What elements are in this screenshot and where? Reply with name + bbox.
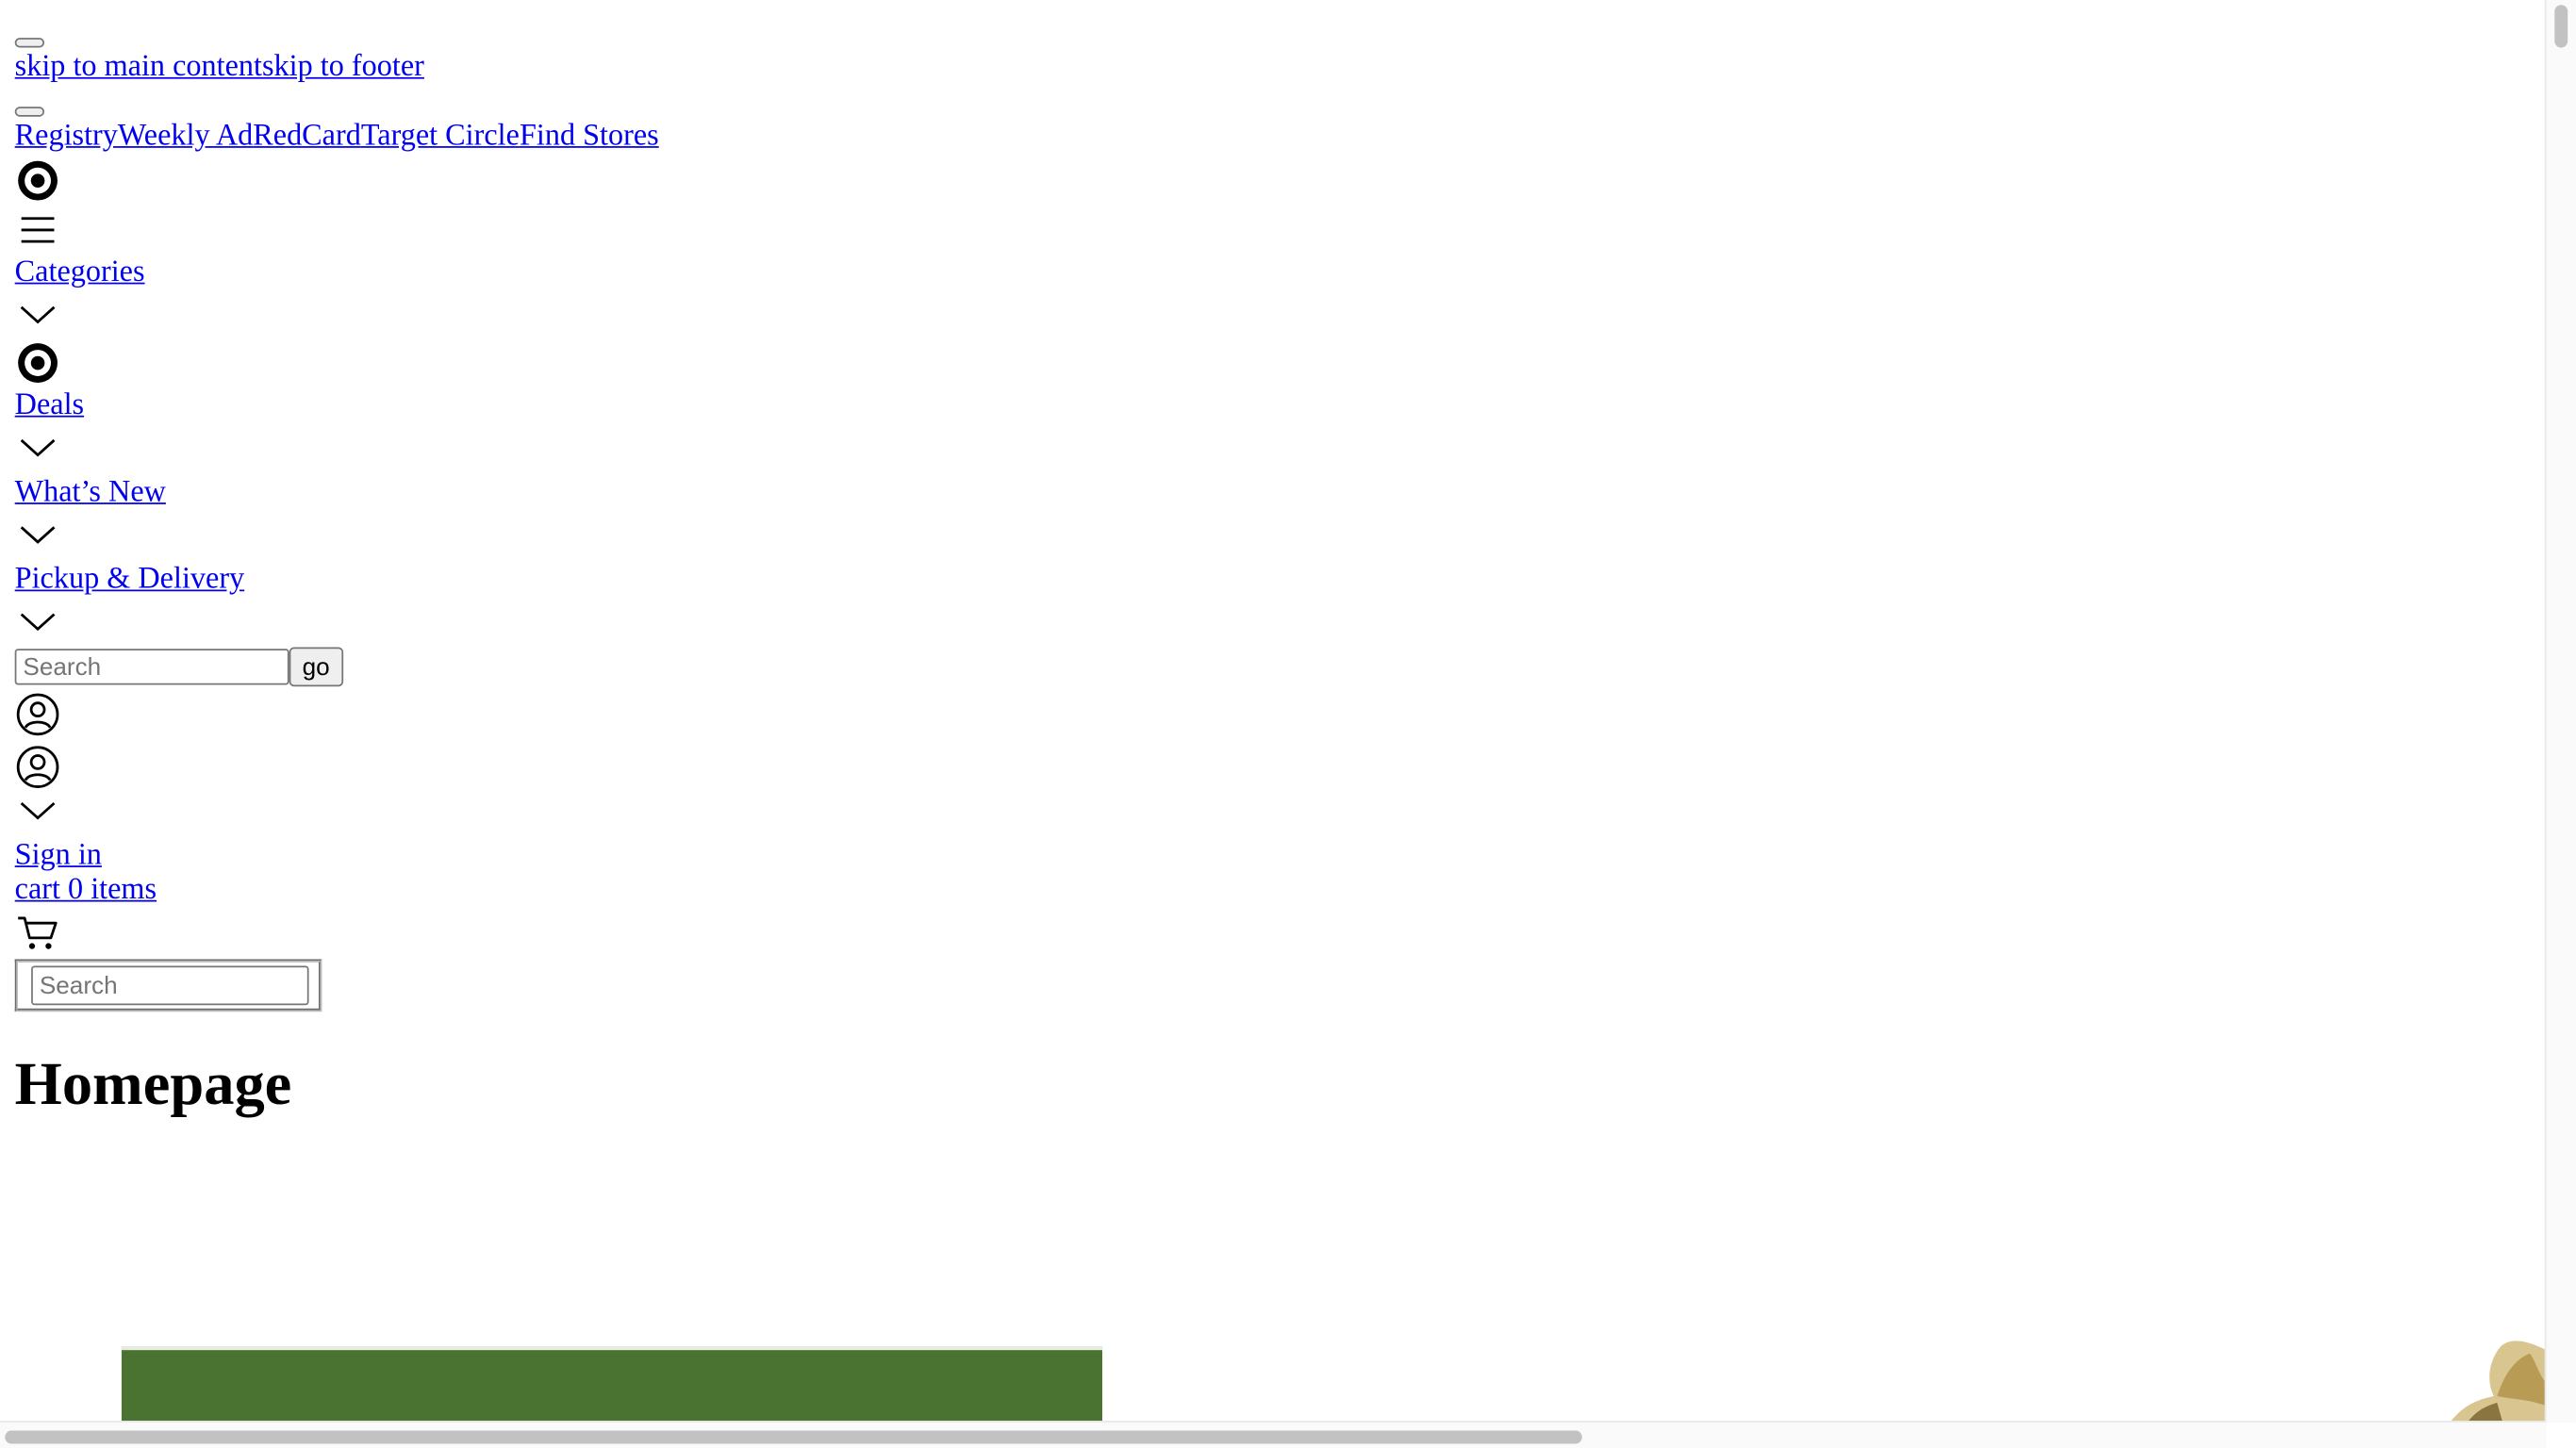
utility-link-weekly-ad[interactable]: Weekly Ad <box>118 120 253 153</box>
nav-link-deals[interactable]: Deals <box>15 389 84 422</box>
nav-deals: Deals <box>15 389 2547 424</box>
skip-to-footer-link[interactable]: skip to footer <box>262 51 424 84</box>
target-logo-icon[interactable] <box>15 157 2547 204</box>
gift-bow-image <box>2448 1341 2547 1426</box>
utility-toggle-button[interactable] <box>14 107 45 117</box>
cart-icon[interactable] <box>15 912 2547 954</box>
search-go-button[interactable]: go <box>289 647 343 687</box>
sign-in: Sign in <box>15 839 2547 874</box>
nav-pickup-delivery: Pickup & Delivery <box>15 564 2547 599</box>
hero-banner[interactable] <box>121 1346 1103 1426</box>
skip-to-main-link[interactable]: skip to main content <box>15 51 262 84</box>
target-logo-icon[interactable] <box>15 340 2547 387</box>
chevron-down-icon[interactable] <box>15 518 2547 553</box>
cart: cart 0 items <box>15 874 2547 909</box>
utility-link-target-circle[interactable]: Target Circle <box>361 120 520 153</box>
vertical-scrollbar[interactable] <box>2544 0 2576 1423</box>
page-title: Homepage <box>14 1051 292 1119</box>
utility-link-registry[interactable]: Registry <box>15 120 118 153</box>
nav-link-whats-new[interactable]: What’s New <box>15 476 166 509</box>
skip-links: skip to main contentskip to footer <box>15 51 2547 86</box>
account-icon[interactable] <box>15 744 2547 790</box>
nav-whats-new: What’s New <box>15 476 2547 511</box>
vertical-scrollbar-thumb[interactable] <box>2554 5 2568 48</box>
search-input[interactable] <box>14 649 289 685</box>
utility-nav: RegistryWeekly AdRedCardTarget CircleFin… <box>15 120 2547 155</box>
cart-link[interactable]: cart 0 items <box>15 874 157 907</box>
sign-in-link[interactable]: Sign in <box>15 839 102 872</box>
secondary-search-input[interactable] <box>31 965 309 1006</box>
page-content: skip to main contentskip to footer Regis… <box>14 0 2547 1120</box>
chevron-down-icon[interactable] <box>15 430 2547 466</box>
skip-toggle-button[interactable] <box>14 38 45 48</box>
nav-link-categories[interactable]: Categories <box>15 256 145 289</box>
nav-link-pickup-delivery[interactable]: Pickup & Delivery <box>15 564 245 597</box>
chevron-down-icon[interactable] <box>15 604 2547 640</box>
search-form: go <box>14 647 2547 687</box>
hamburger-menu-icon[interactable] <box>15 210 2547 250</box>
horizontal-scrollbar[interactable] <box>0 1421 2547 1448</box>
chevron-down-icon[interactable] <box>15 794 2547 830</box>
horizontal-scrollbar-thumb[interactable] <box>5 1430 1582 1444</box>
utility-link-redcard[interactable]: RedCard <box>253 120 361 153</box>
page: skip to main contentskip to footer Regis… <box>0 0 2576 1448</box>
secondary-search-fieldset <box>14 959 322 1012</box>
utility-link-find-stores[interactable]: Find Stores <box>520 120 659 153</box>
account-icon[interactable] <box>15 692 2547 738</box>
chevron-down-icon[interactable] <box>15 297 2547 333</box>
nav-categories: Categories <box>15 256 2547 291</box>
